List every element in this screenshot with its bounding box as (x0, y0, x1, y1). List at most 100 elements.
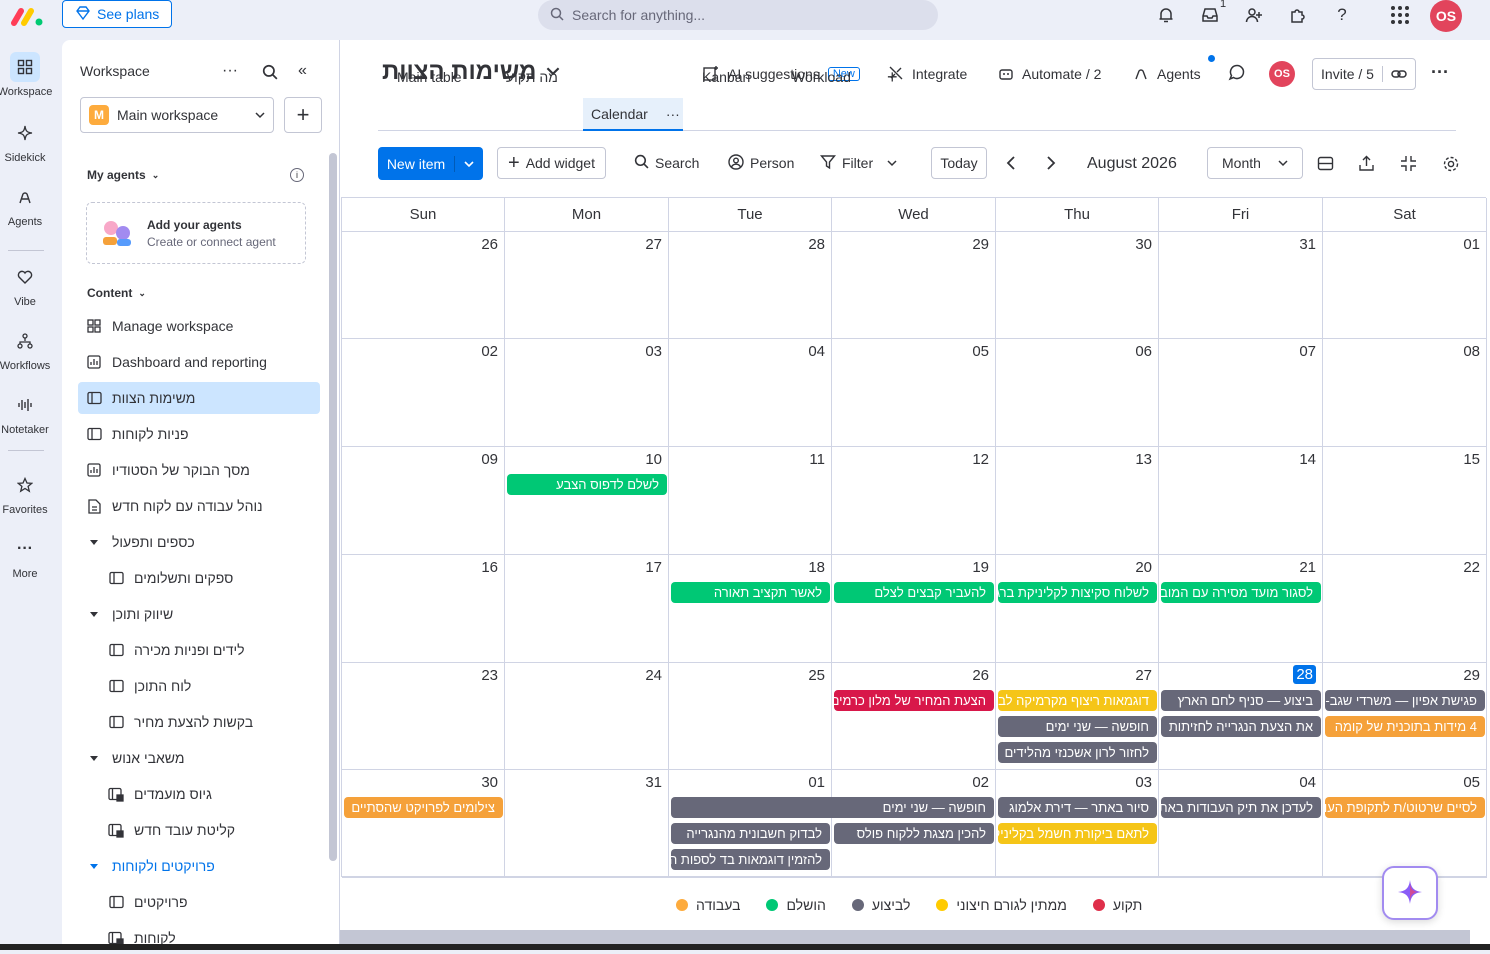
calendar-event[interactable]: להעביר קבצים לצלם (834, 582, 994, 603)
search-icon[interactable] (262, 64, 278, 83)
calendar-event[interactable]: לאשר תקציב תאורה (671, 582, 830, 603)
tab-calendar[interactable]: Calendar ··· (583, 98, 683, 131)
calendar-day-cell[interactable]: 26 (832, 663, 996, 770)
sidebar-item-11[interactable]: בקשות להצעת מחיר (78, 706, 320, 738)
integrate-button[interactable]: Integrate (888, 63, 967, 85)
calendar-event[interactable]: לחזור לרון אשכנזי מהלידים (998, 742, 1157, 763)
bell-icon[interactable] (1151, 0, 1181, 30)
sidebar-item-1[interactable]: Dashboard and reporting (78, 346, 320, 378)
calendar-day-cell[interactable]: 19 (832, 555, 996, 663)
calendar-day-cell[interactable]: 25 (669, 663, 832, 770)
board-owner-avatar[interactable]: OS (1269, 61, 1295, 87)
today-button[interactable]: Today (931, 147, 987, 179)
export-icon[interactable] (1358, 155, 1375, 175)
calendar-day-cell[interactable]: 07 (1159, 339, 1323, 447)
calendar-event[interactable]: לשלם לדפוס הצבע (507, 474, 667, 495)
collapse-icon[interactable]: « (298, 62, 307, 80)
calendar-event[interactable]: פגישת אפיון — משרדי שגב-לוי (1325, 690, 1485, 711)
rail-item-vibe[interactable]: Vibe (0, 262, 50, 308)
calendar-day-cell[interactable]: 12 (832, 447, 996, 555)
calendar-day-cell[interactable]: 23 (342, 663, 505, 770)
copy-link-icon[interactable] (1383, 66, 1415, 82)
calendar-day-cell[interactable]: 31 (1159, 232, 1323, 339)
calendar-day-cell[interactable]: 04 (669, 339, 832, 447)
sidebar-item-15[interactable]: פרויקטים ולקוחות (78, 850, 320, 882)
calendar-event[interactable]: חופשה — שני ימים (671, 797, 994, 818)
calendar-event[interactable]: הצעת המחיר של מלון כרמים (834, 690, 994, 711)
apps-puzzle-icon[interactable] (1283, 0, 1313, 30)
add-agents-card[interactable]: Add your agents Create or connect agent (86, 202, 306, 264)
sidebar-item-2[interactable]: משימות הצוות (78, 382, 320, 414)
search-button[interactable]: Search (626, 147, 707, 179)
fullscreen-exit-icon[interactable] (1400, 155, 1417, 175)
sidebar-item-14[interactable]: קליטת עובד חדש (78, 814, 320, 846)
calendar-event[interactable]: להכין מצגת ללקוח פולס (834, 823, 994, 844)
sidebar-scrollbar[interactable] (329, 153, 337, 861)
calendar-event[interactable]: דוגמאות ריצוף מקרמיקה לבנה (998, 690, 1157, 711)
app-grid-icon[interactable] (1385, 0, 1415, 30)
content-toggle[interactable]: Content ⌄ (87, 286, 146, 300)
calendar-event[interactable]: לסגור מועד מסירה עם המוביל (1161, 582, 1321, 603)
calendar-day-cell[interactable]: 01 (1323, 232, 1487, 339)
calendar-day-cell[interactable]: 10 (505, 447, 669, 555)
view-mode-select[interactable]: Month (1207, 147, 1303, 179)
invite-button[interactable]: Invite / 5 (1312, 58, 1416, 90)
rail-item-favorites[interactable]: Favorites (0, 470, 50, 516)
global-search-input[interactable]: Search for anything... (538, 0, 938, 30)
calendar-event[interactable]: צילומים לפרויקט שהסתיים (344, 797, 503, 818)
filter-button[interactable]: Filter (812, 147, 905, 179)
tab-stuck[interactable]: מה תקוע (506, 63, 558, 91)
calendar-day-cell[interactable]: 05 (1323, 770, 1487, 878)
horizontal-scrollbar[interactable] (340, 930, 1470, 944)
calendar-day-cell[interactable]: 06 (996, 339, 1159, 447)
calendar-day-cell[interactable]: 27 (505, 232, 669, 339)
calendar-event[interactable]: לסיים שרטוט/ת לתקופת העומס (1325, 797, 1485, 818)
calendar-event[interactable]: לעדכן את תיק העבודות באתר (1161, 797, 1321, 818)
calendar-day-cell[interactable]: 04 (1159, 770, 1323, 878)
monday-logo[interactable] (10, 5, 44, 27)
calendar-day-cell[interactable]: 09 (342, 447, 505, 555)
sidebar-item-4[interactable]: מסך הבוקר של הסטודיו (78, 454, 320, 486)
sidebar-item-12[interactable]: משאבי אנוש (78, 742, 320, 774)
calendar-day-cell[interactable]: 31 (505, 770, 669, 878)
tab-kanban[interactable]: Kanban (702, 63, 750, 91)
calendar-day-cell[interactable]: 17 (505, 555, 669, 663)
sidebar-item-0[interactable]: Manage workspace (78, 310, 320, 342)
agents-button[interactable]: Agents (1133, 63, 1201, 85)
automate-button[interactable]: Automate / 2 (998, 63, 1101, 85)
calendar-day-cell[interactable]: 21 (1159, 555, 1323, 663)
calendar-day-cell[interactable]: 15 (1323, 447, 1487, 555)
settings-gear-icon[interactable] (1442, 155, 1460, 176)
sidebar-item-3[interactable]: פניות לקוחות (78, 418, 320, 450)
calendar-event[interactable]: 4 מידות בתוכנית של קומה (1325, 716, 1485, 737)
tab-options-icon[interactable]: ··· (666, 106, 680, 122)
calendar-day-cell[interactable]: 30 (342, 770, 505, 878)
prev-month-icon[interactable] (1004, 155, 1018, 176)
layout-icon[interactable] (1317, 155, 1334, 175)
my-agents-toggle[interactable]: My agents ⌄ (87, 168, 159, 182)
sidebar-item-9[interactable]: לידים ופניות מכירה (78, 634, 320, 666)
sidebar-item-6[interactable]: כספים ותפעול (78, 526, 320, 558)
new-item-button[interactable]: New item (378, 147, 483, 180)
user-avatar[interactable]: OS (1430, 0, 1462, 32)
add-item-button[interactable]: + (284, 97, 322, 133)
invite-member-icon[interactable] (1239, 0, 1269, 30)
updates-chat-icon[interactable] (1227, 64, 1245, 85)
calendar-day-cell[interactable]: 13 (996, 447, 1159, 555)
person-filter-button[interactable]: Person (720, 147, 802, 179)
sidekick-fab[interactable] (1382, 866, 1438, 920)
sidebar-item-8[interactable]: שיווק ותוכן (78, 598, 320, 630)
rail-item-agents[interactable]: Agents (0, 182, 50, 228)
calendar-day-cell[interactable]: 16 (342, 555, 505, 663)
calendar-event[interactable]: לשלוח סקיצות לקליניקת ברגע (998, 582, 1157, 603)
tab-workload[interactable]: Workload (792, 63, 851, 91)
more-icon[interactable]: ··· (222, 62, 238, 80)
calendar-day-cell[interactable]: 28 (669, 232, 832, 339)
rail-item-notetaker[interactable]: Notetaker (0, 390, 50, 436)
tab-main-table[interactable]: Main table (397, 63, 462, 91)
calendar-event[interactable]: את הצעת הנגרייה לחזיתות (1161, 716, 1321, 737)
rail-item-workflows[interactable]: Workflows (0, 326, 50, 372)
info-icon[interactable]: i (290, 168, 304, 182)
calendar-event[interactable]: סיור באתר — דירת אלמוג (998, 797, 1157, 818)
calendar-event[interactable]: להזמין דוגמאות בד לספות הלובי (671, 849, 830, 870)
